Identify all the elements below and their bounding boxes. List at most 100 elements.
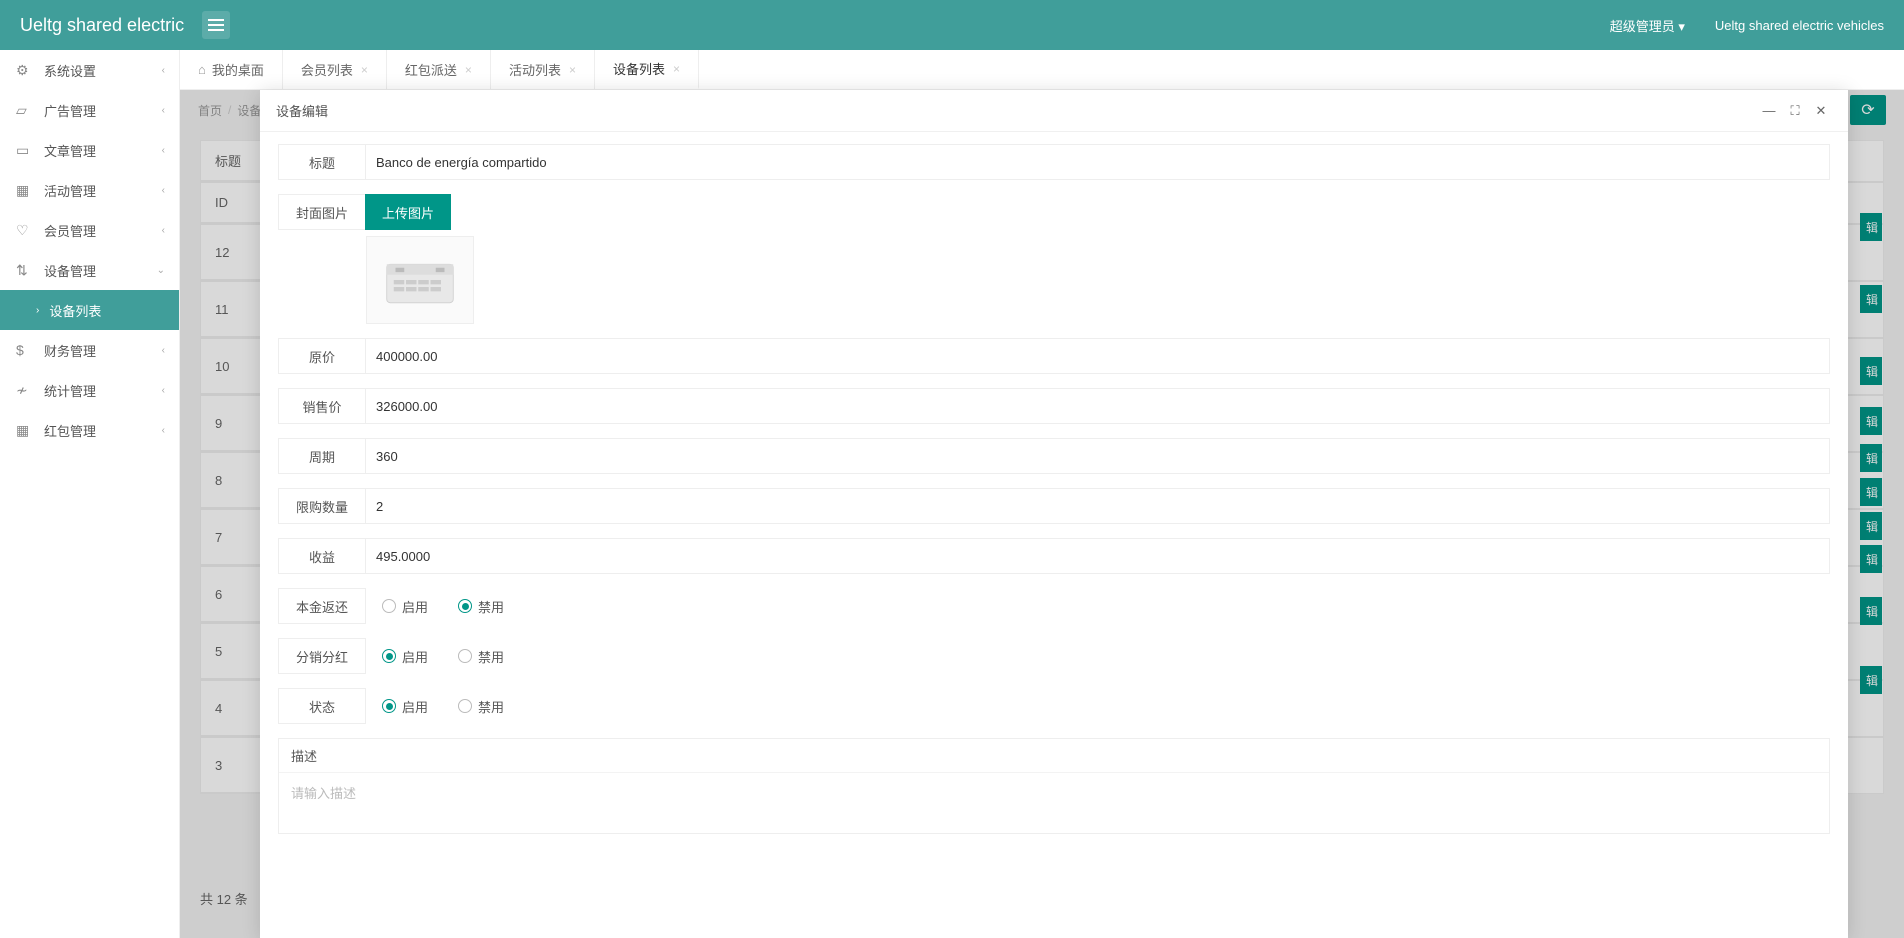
close-icon[interactable]: × — [673, 62, 680, 76]
nav-icon: ⚙ — [16, 62, 34, 79]
maximize-icon[interactable]: ⛶ — [1784, 103, 1806, 119]
chevron-down-icon: ⌄ — [157, 265, 165, 276]
tab-4[interactable]: 设备列表 × — [595, 50, 699, 89]
row-period: 周期 — [278, 438, 1830, 474]
company-name: Ueltg shared electric vehicles — [1715, 18, 1884, 33]
sidebar-item-label: 文章管理 — [44, 141, 96, 160]
tab-1[interactable]: 会员列表 × — [283, 50, 387, 89]
nav-icon: ▭ — [16, 142, 34, 159]
dialog-title: 设备编辑 — [276, 101, 328, 120]
close-icon[interactable]: × — [361, 63, 368, 77]
sidebar-item-6[interactable]: $ 财务管理 ‹ — [0, 330, 179, 370]
label-sale-price: 销售价 — [278, 388, 366, 424]
sidebar-item-0[interactable]: ⚙ 系统设置 ‹ — [0, 50, 179, 90]
upload-image-button[interactable]: 上传图片 — [365, 194, 451, 230]
row-profit: 收益 — [278, 538, 1830, 574]
sidebar-item-8[interactable]: ▦红包管理‹ — [0, 410, 179, 450]
row-status: 状态 启用 禁用 — [278, 688, 1830, 724]
nav-icon: ▦ — [16, 182, 34, 199]
input-sale-price[interactable] — [376, 399, 1819, 414]
label-desc: 描述 — [279, 739, 1829, 773]
sidebar: ⚙系统设置‹▱广告管理‹▭文章管理‹▦活动管理‹♡会员管理‹⇅设备管理⌄›设备列… — [0, 50, 180, 938]
label-title: 标题 — [278, 144, 366, 180]
tab-bar: ⌂ 我的桌面 会员列表 × 红包派送 × 活动列表 × 设备列表 × — [180, 50, 1904, 90]
close-icon[interactable]: × — [569, 63, 576, 77]
row-limit-qty: 限购数量 — [278, 488, 1830, 524]
tab-0[interactable]: ⌂ 我的桌面 — [180, 50, 283, 89]
row-title: 标题 — [278, 144, 1830, 180]
radio-distrib-enable[interactable]: 启用 — [382, 647, 428, 666]
chevron-right-icon: ‹ — [162, 65, 165, 76]
row-principal-return: 本金返还 启用 禁用 — [278, 588, 1830, 624]
sidebar-item-1[interactable]: ▱广告管理‹ — [0, 90, 179, 130]
home-icon: ⌂ — [198, 62, 206, 77]
app-header: Ueltg shared electric 超级管理员 ▾ Ueltg shar… — [0, 0, 1904, 50]
tab-2[interactable]: 红包派送 × — [387, 50, 491, 89]
radio-status-enable[interactable]: 启用 — [382, 697, 428, 716]
tab-label: 红包派送 — [405, 60, 457, 79]
tab-label: 会员列表 — [301, 60, 353, 79]
label-distrib-bonus: 分销分红 — [278, 638, 366, 674]
radio-status-disable[interactable]: 禁用 — [458, 697, 504, 716]
tab-label: 设备列表 — [613, 59, 665, 78]
cover-image-preview[interactable] — [366, 236, 474, 324]
sidebar-item-label: 财务管理 — [44, 341, 96, 360]
radio-principal-disable[interactable]: 禁用 — [458, 597, 504, 616]
tab-label: 我的桌面 — [212, 60, 264, 79]
label-orig-price: 原价 — [278, 338, 366, 374]
label-cover: 封面图片 — [278, 194, 366, 230]
sidebar-item-label: 活动管理 — [44, 181, 96, 200]
dialog-header: 设备编辑 — ⛶ ✕ — [260, 90, 1848, 132]
radio-principal-enable[interactable]: 启用 — [382, 597, 428, 616]
menu-toggle-button[interactable] — [202, 11, 230, 39]
desc-block: 描述 请输入描述 — [278, 738, 1830, 834]
input-orig-price[interactable] — [376, 349, 1819, 364]
nav-icon: ♡ — [16, 222, 34, 239]
sidebar-item-label: 统计管理 — [44, 381, 96, 400]
chevron-right-icon: ‹ — [162, 425, 165, 436]
chevron-right-icon: ‹ — [162, 385, 165, 396]
input-period[interactable] — [376, 449, 1819, 464]
row-orig-price: 原价 — [278, 338, 1830, 374]
device-image-icon — [375, 245, 465, 315]
device-edit-dialog: 设备编辑 — ⛶ ✕ 标题 封面图片 上传图片 原价 — [260, 90, 1848, 938]
user-menu[interactable]: 超级管理员 ▾ — [1610, 16, 1685, 35]
chevron-right-icon: › — [36, 305, 39, 316]
chevron-right-icon: ‹ — [162, 185, 165, 196]
nav-icon: ⇅ — [16, 262, 34, 279]
minimize-icon[interactable]: — — [1758, 103, 1780, 118]
nav-icon: ≁ — [16, 382, 34, 399]
tab-label: 活动列表 — [509, 60, 561, 79]
textarea-desc[interactable]: 请输入描述 — [279, 773, 1829, 833]
label-status: 状态 — [278, 688, 366, 724]
sidebar-item-label: 红包管理 — [44, 421, 96, 440]
row-sale-price: 销售价 — [278, 388, 1830, 424]
nav-icon: $ — [16, 342, 34, 358]
close-icon[interactable]: ✕ — [1810, 103, 1832, 119]
sidebar-item-5[interactable]: ⇅ 设备管理 ⌄ — [0, 250, 179, 290]
label-period: 周期 — [278, 438, 366, 474]
radio-distrib-disable[interactable]: 禁用 — [458, 647, 504, 666]
tab-3[interactable]: 活动列表 × — [491, 50, 595, 89]
sidebar-item-label: 会员管理 — [44, 221, 96, 240]
chevron-right-icon: ‹ — [162, 345, 165, 356]
sidebar-item-label: 系统设置 — [44, 61, 96, 80]
dialog-body: 标题 封面图片 上传图片 原价 销售价 周期 — [260, 132, 1848, 938]
sidebar-item-2[interactable]: ▭ 文章管理 ‹ — [0, 130, 179, 170]
sidebar-item-3[interactable]: ▦ 活动管理 ‹ — [0, 170, 179, 210]
sidebar-item-label: 设备管理 — [44, 261, 96, 280]
sidebar-sub-device-list[interactable]: ›设备列表 — [0, 290, 179, 330]
chevron-right-icon: ‹ — [162, 105, 165, 116]
sidebar-item-7[interactable]: ≁ 统计管理 ‹ — [0, 370, 179, 410]
input-title[interactable] — [376, 155, 1819, 170]
input-limit-qty[interactable] — [376, 499, 1819, 514]
brand-title: Ueltg shared electric — [20, 15, 184, 36]
nav-icon: ▱ — [16, 102, 34, 119]
label-profit: 收益 — [278, 538, 366, 574]
chevron-right-icon: ‹ — [162, 145, 165, 156]
label-principal-return: 本金返还 — [278, 588, 366, 624]
close-icon[interactable]: × — [465, 63, 472, 77]
input-profit[interactable] — [376, 549, 1819, 564]
label-limit-qty: 限购数量 — [278, 488, 366, 524]
sidebar-item-4[interactable]: ♡会员管理‹ — [0, 210, 179, 250]
